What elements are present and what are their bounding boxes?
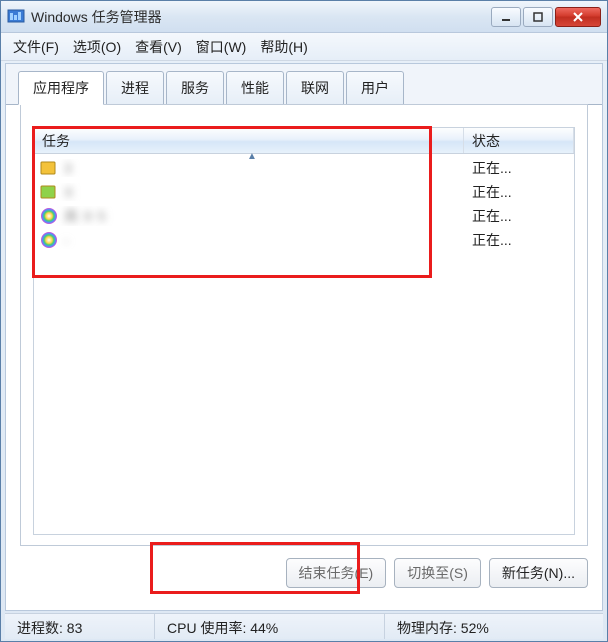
status-memory-label: 物理内存: xyxy=(397,620,457,636)
app-icon xyxy=(7,8,25,26)
task-name: X xyxy=(64,184,74,200)
action-buttons: 结束任务(E) 切换至(S) 新任务(N)... xyxy=(20,554,588,592)
task-status: 正在... xyxy=(464,182,574,202)
list-body: 3 正在...X 正在...高 9 5正在...- 正在... xyxy=(34,154,574,254)
app-row-icon xyxy=(40,159,58,177)
tab-performance[interactable]: 性能 xyxy=(226,71,284,105)
end-task-button[interactable]: 结束任务(E) xyxy=(286,558,387,588)
new-task-button[interactable]: 新任务(N)... xyxy=(489,558,588,588)
menu-view[interactable]: 查看(V) xyxy=(135,37,182,57)
table-row[interactable]: 3 正在... xyxy=(34,156,574,180)
status-processes: 进程数: 83 xyxy=(5,614,155,639)
window-title: Windows 任务管理器 xyxy=(31,7,491,27)
table-row[interactable]: 高 9 5 正在... xyxy=(34,204,574,228)
menu-options[interactable]: 选项(O) xyxy=(73,37,121,57)
status-cpu-label: CPU 使用率: xyxy=(167,620,246,636)
task-name: 高 9 5 xyxy=(64,206,106,226)
column-task[interactable]: 任务 xyxy=(34,128,464,153)
list-header: 任务 状态 xyxy=(34,128,574,154)
tab-applications[interactable]: 应用程序 xyxy=(18,71,104,105)
minimize-button[interactable] xyxy=(491,7,521,27)
menu-help[interactable]: 帮助(H) xyxy=(260,37,307,57)
status-cpu: CPU 使用率: 44% xyxy=(155,614,385,639)
applications-panel: ▲ 任务 状态 3 正在...X 正在...高 9 5正在...- 正在... xyxy=(20,104,588,546)
tabstrip: 应用程序 进程 服务 性能 联网 用户 xyxy=(6,64,602,105)
status-cpu-value: 44% xyxy=(250,620,278,636)
task-status: 正在... xyxy=(464,230,574,250)
status-processes-value: 83 xyxy=(67,620,83,636)
table-row[interactable]: - 正在... xyxy=(34,228,574,252)
applications-list[interactable]: ▲ 任务 状态 3 正在...X 正在...高 9 5正在...- 正在... xyxy=(33,127,575,535)
status-memory: 物理内存: 52% xyxy=(385,614,603,639)
maximize-button[interactable] xyxy=(523,7,553,27)
status-memory-value: 52% xyxy=(461,620,489,636)
app-row-icon xyxy=(40,183,58,201)
task-manager-window: Windows 任务管理器 文件(F) 选项(O) 查看(V) 窗口(W) 帮助… xyxy=(0,0,608,642)
sort-indicator-icon: ▲ xyxy=(247,151,257,162)
titlebar: Windows 任务管理器 xyxy=(1,1,607,33)
task-name: 3 xyxy=(64,160,73,176)
menu-file[interactable]: 文件(F) xyxy=(13,37,59,57)
app-row-icon xyxy=(40,231,58,249)
statusbar: 进程数: 83 CPU 使用率: 44% 物理内存: 52% xyxy=(5,613,603,639)
tab-processes[interactable]: 进程 xyxy=(106,71,164,105)
task-name: - xyxy=(64,232,70,248)
column-status[interactable]: 状态 xyxy=(464,128,574,153)
task-status: 正在... xyxy=(464,206,574,226)
client-area: 应用程序 进程 服务 性能 联网 用户 ▲ 任务 状态 3 正在...X 正在.… xyxy=(5,63,603,611)
status-processes-label: 进程数: xyxy=(17,620,63,636)
tab-services[interactable]: 服务 xyxy=(166,71,224,105)
tab-users[interactable]: 用户 xyxy=(346,71,404,105)
task-status: 正在... xyxy=(464,158,574,178)
menu-windows[interactable]: 窗口(W) xyxy=(196,37,247,57)
table-row[interactable]: X 正在... xyxy=(34,180,574,204)
switch-to-button[interactable]: 切换至(S) xyxy=(394,558,481,588)
close-button[interactable] xyxy=(555,7,601,27)
app-row-icon xyxy=(40,207,58,225)
tab-network[interactable]: 联网 xyxy=(286,71,344,105)
menubar: 文件(F) 选项(O) 查看(V) 窗口(W) 帮助(H) xyxy=(1,33,607,61)
